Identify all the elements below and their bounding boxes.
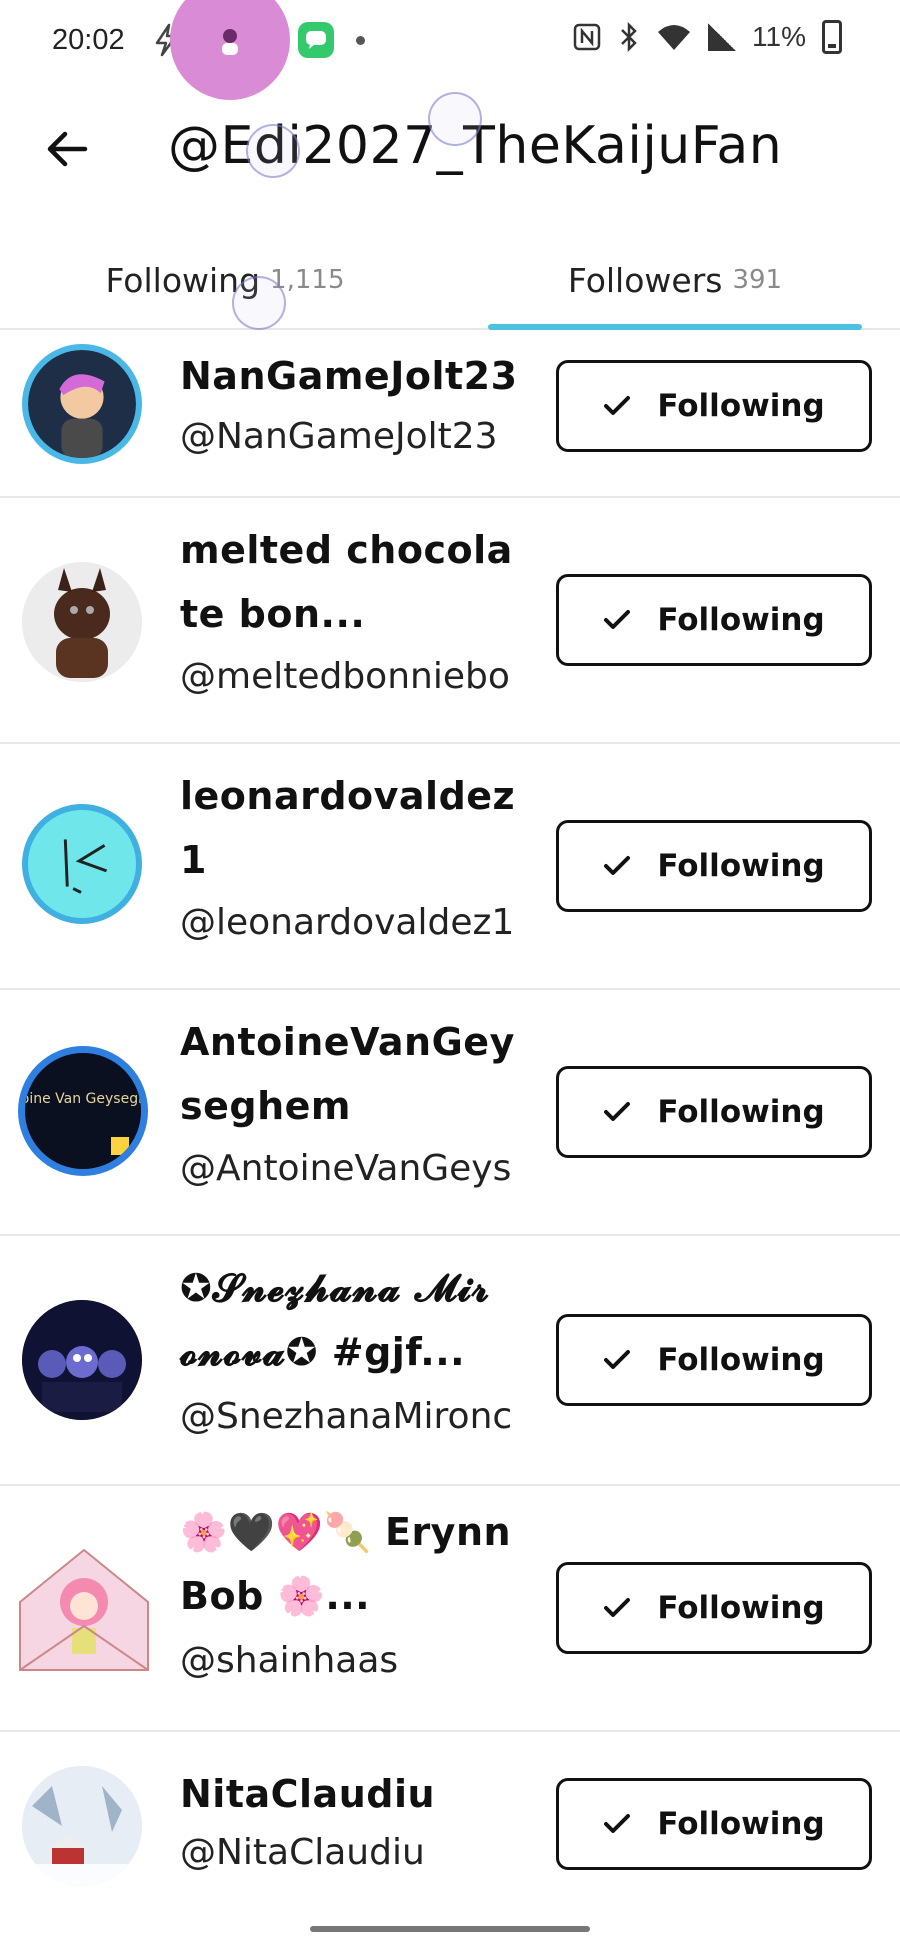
following-button[interactable]: Following — [556, 574, 872, 666]
bluetooth-icon — [621, 21, 637, 53]
battery-icon — [822, 20, 842, 54]
following-label: Following — [657, 602, 825, 638]
avatar-app-icon — [170, 0, 290, 100]
user-handle: @AntoineVanGeys — [180, 1148, 512, 1189]
signal-icon — [708, 23, 737, 51]
following-button[interactable]: Following — [556, 1066, 872, 1158]
arrow-left-icon — [47, 131, 88, 167]
messages-icon — [298, 22, 334, 58]
avatar[interactable] — [22, 1300, 142, 1420]
avatar[interactable] — [16, 1542, 152, 1678]
following-button[interactable]: Following — [556, 1314, 872, 1406]
checkmark-icon — [604, 396, 631, 415]
nfc-icon — [573, 23, 601, 51]
status-time: 20:02 — [52, 24, 125, 56]
wifi-icon — [658, 25, 691, 50]
list-item[interactable]: 🌸🖤💖🍡 ErynnBob 🌸... @shainhaas Following — [0, 1486, 900, 1732]
battery-percent: 11% — [752, 21, 806, 52]
notification-icons — [148, 0, 365, 100]
touch-indicator — [232, 276, 286, 330]
user-handle: @shainhaas — [180, 1640, 399, 1681]
following-button[interactable]: Following — [556, 1778, 872, 1870]
user-handle: @NanGameJolt23 — [180, 416, 498, 457]
user-handle: @NitaClaudiu — [180, 1832, 425, 1873]
list-item[interactable]: Antoine Van Geyseghem AntoineVanGey segh… — [0, 990, 900, 1236]
follow-tabs: Following 1,115 Followers 391 — [0, 230, 900, 330]
avatar[interactable]: Antoine Van Geyseghem — [18, 1046, 148, 1176]
user-handle: @meltedbonniebo — [180, 656, 510, 697]
following-button[interactable]: Following — [556, 1562, 872, 1654]
following-label: Following — [657, 1806, 825, 1842]
checkmark-icon — [604, 1102, 631, 1121]
home-indicator[interactable] — [310, 1926, 590, 1932]
user-handle: @SnezhanaMironc — [180, 1396, 513, 1437]
following-label: Following — [657, 1342, 825, 1378]
followers-list: NanGameJolt23 @NanGameJolt23 Following m… — [0, 332, 900, 1908]
display-name: NanGameJolt23 — [180, 354, 518, 398]
avatar[interactable] — [22, 1766, 142, 1886]
active-tab-indicator — [488, 324, 862, 330]
avatar[interactable] — [22, 804, 142, 924]
avatar-caption: Antoine Van Geyseghem — [25, 1091, 141, 1107]
list-item[interactable]: NanGameJolt23 @NanGameJolt23 Following — [0, 332, 900, 498]
display-name: ✪𝓢𝓷𝓮𝔃𝓱𝓪𝓷𝓪 𝓜𝓲𝓻𝓸𝓷𝓸𝓿𝓪✪ #gjf... — [180, 1266, 490, 1374]
following-label: Following — [657, 1094, 825, 1130]
display-name: NitaClaudiu — [180, 1772, 436, 1816]
following-button[interactable]: Following — [556, 360, 872, 452]
following-label: Following — [657, 848, 825, 884]
checkmark-icon — [604, 1814, 631, 1833]
display-name: melted chocolate bon... — [180, 528, 513, 636]
following-button[interactable]: Following — [556, 820, 872, 912]
following-label: Following — [657, 1590, 825, 1626]
list-item[interactable]: NitaClaudiu @NitaClaudiu Following — [0, 1732, 900, 1908]
touch-indicator — [428, 92, 482, 146]
list-item[interactable]: melted chocolate bon... @meltedbonniebo … — [0, 498, 900, 744]
following-label: Following — [657, 388, 825, 424]
touch-indicator — [246, 124, 300, 178]
tab-following[interactable]: Following 1,115 — [0, 230, 450, 330]
tab-label: Followers — [567, 260, 723, 300]
checkmark-icon — [604, 1598, 631, 1617]
more-notifications-dot — [356, 35, 365, 45]
list-item[interactable]: ✪𝓢𝓷𝓮𝔃𝓱𝓪𝓷𝓪 𝓜𝓲𝓻𝓸𝓷𝓸𝓿𝓪✪ #gjf... @SnezhanaMir… — [0, 1236, 900, 1486]
checkmark-icon — [604, 1350, 631, 1369]
avatar[interactable] — [22, 344, 142, 464]
display-name: 🌸🖤💖🍡 ErynnBob 🌸... — [180, 1510, 512, 1618]
tab-count: 391 — [732, 265, 783, 295]
checkmark-icon — [604, 610, 631, 629]
status-bar: 20:02 11% — [0, 0, 900, 100]
user-handle: @leonardovaldez1 — [180, 902, 515, 943]
tab-followers[interactable]: Followers 391 — [450, 230, 900, 330]
list-item[interactable]: leonardovaldez 1 @leonardovaldez1 Follow… — [0, 744, 900, 990]
checkmark-icon — [604, 856, 631, 875]
display-name: leonardovaldez 1 — [180, 774, 516, 882]
display-name: AntoineVanGey seghem — [180, 1020, 515, 1128]
back-button[interactable] — [40, 122, 94, 176]
avatar[interactable] — [22, 562, 142, 682]
system-icons: 11% — [572, 20, 842, 54]
